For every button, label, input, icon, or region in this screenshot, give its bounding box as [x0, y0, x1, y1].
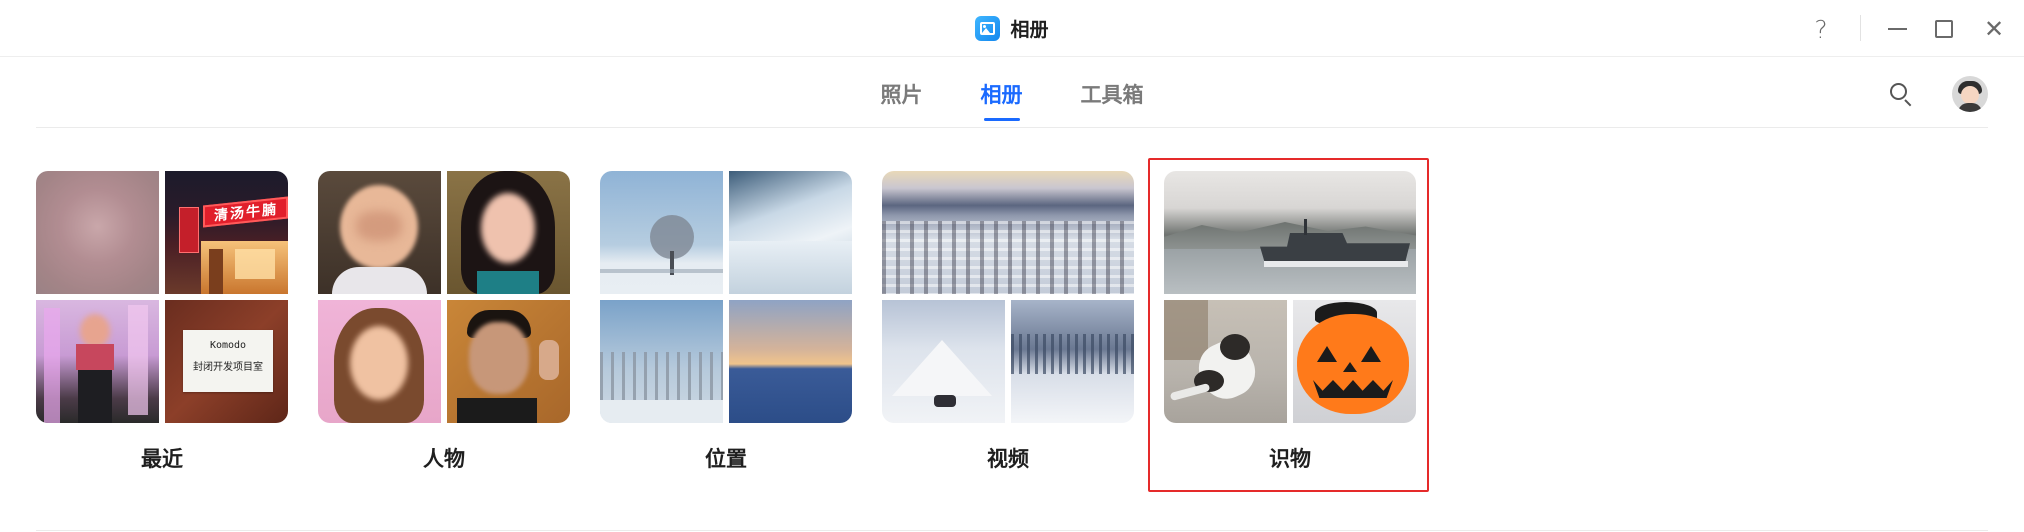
- thumbnail-person-pink: [36, 300, 159, 423]
- album-cover: [882, 171, 1134, 423]
- thumbnail-snow-forest: [1011, 300, 1134, 423]
- photos-app-icon: [975, 15, 1001, 41]
- album-label-people: 人物: [423, 447, 465, 471]
- close-icon: ✕: [1983, 15, 2005, 43]
- selection-highlight: [1148, 158, 1429, 492]
- thumbnail-snow-tree: [600, 171, 723, 294]
- title-controls-separator: [1860, 15, 1861, 41]
- note-line-1: Komodo: [209, 340, 247, 351]
- album-recent[interactable]: 清汤牛腩 Komodo 封闭开发项目室 最近: [36, 171, 288, 471]
- help-icon: ?: [1814, 14, 1828, 44]
- tab-list: 照片 相册 工具箱: [0, 79, 2024, 121]
- thumbnail-baby: [318, 171, 441, 294]
- app-title-group: 相册: [0, 14, 2024, 42]
- tab-toolbox[interactable]: 工具箱: [1081, 79, 1144, 121]
- album-cover: [600, 171, 852, 423]
- thumbnail-woman-1: [447, 171, 570, 294]
- search-icon: [1890, 83, 1907, 100]
- app-title: 相册: [1010, 18, 1049, 41]
- thumbnail-woman-2: [318, 300, 441, 423]
- note-line-2: 封闭开发项目室: [193, 362, 263, 373]
- title-bar: 相册 ? ✕: [0, 0, 2024, 57]
- bottom-divider: [36, 530, 1988, 531]
- thumbnail-frost-trees: [600, 300, 723, 423]
- tab-photos[interactable]: 照片: [881, 79, 923, 121]
- album-cover: [318, 171, 570, 423]
- album-videos[interactable]: 视频: [882, 171, 1134, 471]
- close-button[interactable]: ✕: [1979, 14, 2009, 44]
- album-places[interactable]: 位置: [600, 171, 852, 471]
- maximize-icon: [1935, 20, 1953, 38]
- nav-bar: 照片 相册 工具箱: [0, 57, 2024, 129]
- minimize-icon: [1887, 28, 1907, 30]
- user-avatar[interactable]: [1952, 76, 1988, 112]
- nav-divider: [36, 127, 1988, 128]
- help-button[interactable]: ?: [1806, 14, 1836, 44]
- minimize-button[interactable]: [1882, 14, 1912, 44]
- album-label-recent: 最近: [141, 447, 183, 471]
- thumbnail-snow-mountain: [882, 300, 1005, 423]
- thumbnail-snow-village: [882, 171, 1134, 294]
- thumbnail-sunset: [729, 300, 852, 423]
- album-label-places: 位置: [705, 447, 747, 471]
- tab-albums[interactable]: 相册: [981, 79, 1023, 121]
- search-button[interactable]: [1886, 79, 1916, 109]
- photos-window: 相册 ? ✕ 照片 相册 工具箱 清汤牛腩 Komodo 封闭开发项目室 最近 …: [0, 0, 2024, 532]
- thumbnail-shop-night: 清汤牛腩: [165, 171, 288, 294]
- maximize-button[interactable]: [1929, 14, 1959, 44]
- album-label-videos: 视频: [987, 447, 1029, 471]
- thumbnail-man: [447, 300, 570, 423]
- thumbnail-blurred: [36, 171, 159, 294]
- album-cover: 清汤牛腩 Komodo 封闭开发项目室: [36, 171, 288, 423]
- thumbnail-door-note: Komodo 封闭开发项目室: [165, 300, 288, 423]
- thumbnail-ice: [729, 171, 852, 294]
- album-people[interactable]: 人物: [318, 171, 570, 471]
